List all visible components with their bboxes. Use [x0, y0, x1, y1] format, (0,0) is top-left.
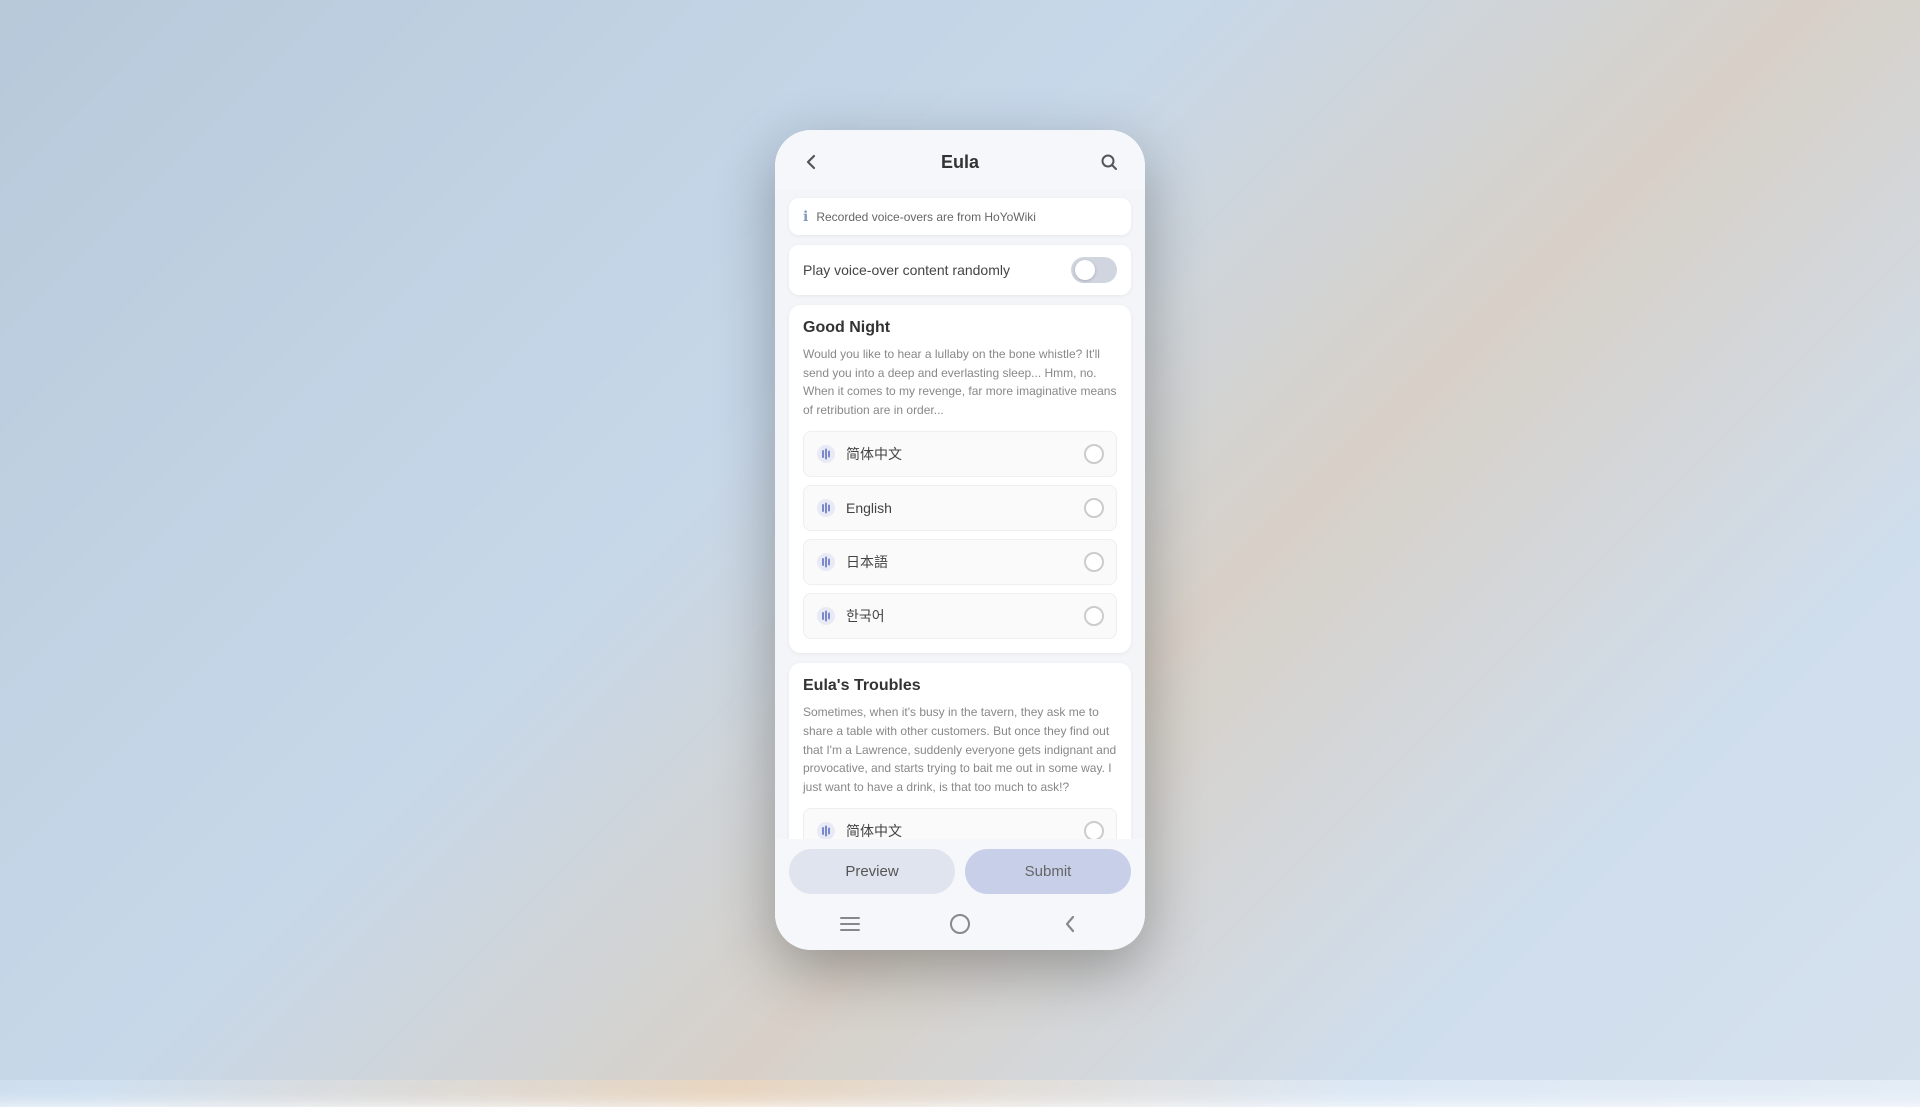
- good-night-card: Good Night Would you like to hear a lull…: [789, 305, 1131, 653]
- header: Eula: [775, 130, 1145, 190]
- lang-option-zh[interactable]: 简体中文: [803, 431, 1117, 477]
- lang-name-ko: 한국어: [846, 606, 885, 626]
- lang-option-ko[interactable]: 한국어: [803, 593, 1117, 639]
- radio-zh[interactable]: [1084, 444, 1104, 464]
- lang-option-zh2[interactable]: 简体中文: [803, 808, 1117, 839]
- preview-button[interactable]: Preview: [789, 849, 955, 894]
- voice-over-toggle-row: Play voice-over content randomly: [789, 245, 1131, 295]
- random-toggle[interactable]: [1071, 257, 1117, 283]
- lang-left: 简体中文: [816, 444, 902, 464]
- lang-option-en[interactable]: English: [803, 485, 1117, 531]
- info-banner: ℹ Recorded voice-overs are from HoYoWiki: [789, 198, 1131, 235]
- sound-icon-ko: [816, 606, 836, 626]
- good-night-description: Would you like to hear a lullaby on the …: [803, 345, 1117, 419]
- sound-icon-ja: [816, 552, 836, 572]
- lang-option-ja[interactable]: 日本語: [803, 539, 1117, 585]
- nav-menu-icon[interactable]: [836, 910, 864, 938]
- eulas-troubles-description: Sometimes, when it's busy in the tavern,…: [803, 703, 1117, 796]
- phone-frame: Eula ℹ Recorded voice-overs are from HoY…: [775, 130, 1145, 950]
- lang-left-ko: 한국어: [816, 606, 885, 626]
- toggle-knob: [1075, 260, 1095, 280]
- content-area: ℹ Recorded voice-overs are from HoYoWiki…: [775, 190, 1145, 839]
- lang-left-zh2: 简体中文: [816, 821, 902, 839]
- info-text: Recorded voice-overs are from HoYoWiki: [816, 210, 1036, 224]
- submit-button[interactable]: Submit: [965, 849, 1131, 894]
- lang-name-zh2: 简体中文: [846, 821, 902, 839]
- radio-ko[interactable]: [1084, 606, 1104, 626]
- good-night-title: Good Night: [803, 319, 1117, 337]
- eulas-troubles-title: Eula's Troubles: [803, 677, 1117, 695]
- bottom-bar: Preview Submit: [775, 839, 1145, 902]
- nav-bar: [775, 902, 1145, 950]
- info-icon: ℹ: [803, 208, 808, 225]
- page-title: Eula: [941, 152, 979, 173]
- lang-name-ja: 日本語: [846, 552, 888, 572]
- lang-name-en: English: [846, 500, 892, 516]
- sound-icon-zh: [816, 444, 836, 464]
- radio-ja[interactable]: [1084, 552, 1104, 572]
- lang-left-ja: 日本語: [816, 552, 888, 572]
- radio-zh2[interactable]: [1084, 821, 1104, 839]
- toggle-label: Play voice-over content randomly: [803, 262, 1010, 278]
- lang-left-en: English: [816, 498, 892, 518]
- radio-en[interactable]: [1084, 498, 1104, 518]
- eulas-troubles-card: Eula's Troubles Sometimes, when it's bus…: [789, 663, 1131, 839]
- back-button[interactable]: [795, 146, 827, 178]
- search-button[interactable]: [1093, 146, 1125, 178]
- nav-home-icon[interactable]: [946, 910, 974, 938]
- lang-name-zh: 简体中文: [846, 444, 902, 464]
- sound-icon-zh2: [816, 821, 836, 839]
- nav-back-icon[interactable]: [1056, 910, 1084, 938]
- sound-icon-en: [816, 498, 836, 518]
